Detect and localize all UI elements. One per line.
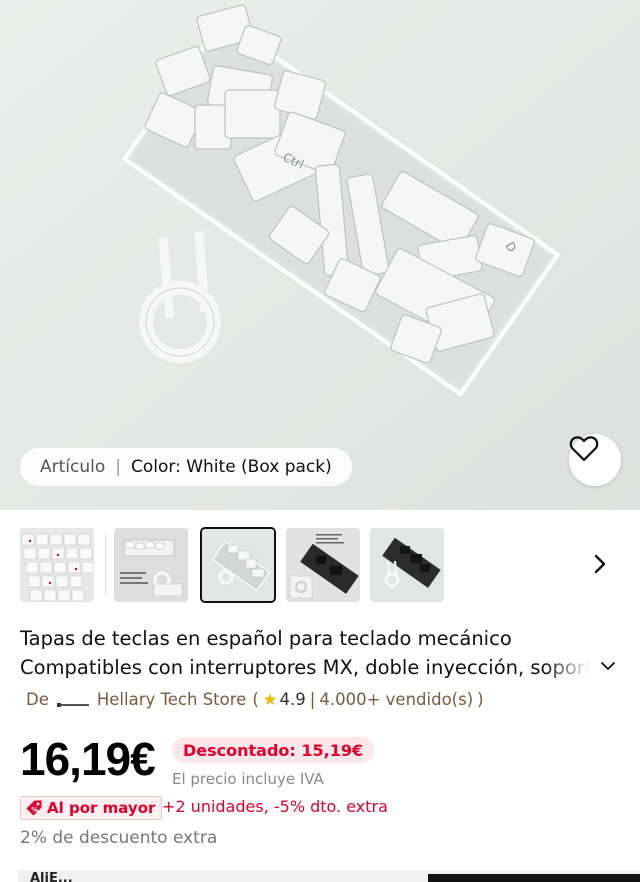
favorite-button[interactable] <box>569 434 621 486</box>
thumbnail-1-image <box>20 528 94 602</box>
store-sold-count: 4.000+ vendido(s) <box>319 690 474 709</box>
product-title-line-2: Compatibles con interruptores MX, doble … <box>20 656 590 679</box>
thumbnail-5-image <box>370 528 444 602</box>
thumbnail-5[interactable] <box>370 528 444 602</box>
thumbnail-1[interactable] <box>20 528 94 602</box>
variant-label: Artículo <box>40 457 106 477</box>
store-logo-icon <box>55 695 91 707</box>
store-rating: 4.9 <box>279 690 306 709</box>
thumbnails-next-button[interactable] <box>586 550 614 578</box>
heart-outline-icon <box>569 436 599 461</box>
expand-title-button[interactable] <box>598 656 618 676</box>
variant-separator: | <box>115 457 121 477</box>
product-photo: Ctrl D <box>0 0 640 510</box>
extra-discount-text: 2% de descuento extra <box>20 828 218 848</box>
chevron-down-icon <box>601 662 615 670</box>
thumbnail-4-image <box>286 528 360 602</box>
variant-value: Color: White (Box pack) <box>131 457 332 477</box>
thumbnail-3-selected[interactable] <box>200 527 276 603</box>
thumbnail-divider <box>105 534 106 596</box>
svg-text:%: % <box>31 806 38 814</box>
price-tag-icon: % <box>25 799 43 817</box>
thumbnail-strip <box>0 522 640 608</box>
chevron-right-icon <box>594 554 606 574</box>
bottom-bar-primary-button[interactable] <box>428 874 640 882</box>
star-icon: ★ <box>262 690 278 709</box>
store-divider: | <box>309 690 316 709</box>
product-image-gallery[interactable]: Ctrl D Artículo | Color: White (Box pack… <box>0 0 640 510</box>
bottom-action-bar: AliE... <box>18 870 640 882</box>
store-prefix: De <box>26 690 49 709</box>
product-price: 16,19€ <box>20 733 156 785</box>
wholesale-tag[interactable]: % Al por mayor <box>20 796 163 820</box>
thumbnail-2-image <box>114 528 188 602</box>
wholesale-offer-text: +2 unidades, -5% dto. extra <box>162 797 388 816</box>
variant-selector-pill[interactable]: Artículo | Color: White (Box pack) <box>20 448 352 486</box>
vat-note: El precio incluye IVA <box>172 770 324 788</box>
wholesale-tag-label: Al por mayor <box>47 799 156 817</box>
product-title-line-1: Tapas de teclas en español para teclado … <box>20 627 512 650</box>
store-close-paren: ) <box>477 690 484 709</box>
thumbnail-4[interactable] <box>286 528 360 602</box>
thumbnail-2[interactable] <box>114 528 188 602</box>
bottom-bar-left-text: AliE... <box>30 871 73 882</box>
store-open-paren: ( <box>252 690 259 709</box>
store-name[interactable]: Hellary Tech Store <box>97 690 246 709</box>
product-title[interactable]: Tapas de teclas en español para teclado … <box>20 624 604 682</box>
store-row[interactable]: De Hellary Tech Store ( ★ 4.9 | 4.000+ v… <box>26 690 484 709</box>
discount-badge: Descontado: 15,19€ <box>172 737 375 763</box>
thumbnail-3-image <box>202 529 274 601</box>
